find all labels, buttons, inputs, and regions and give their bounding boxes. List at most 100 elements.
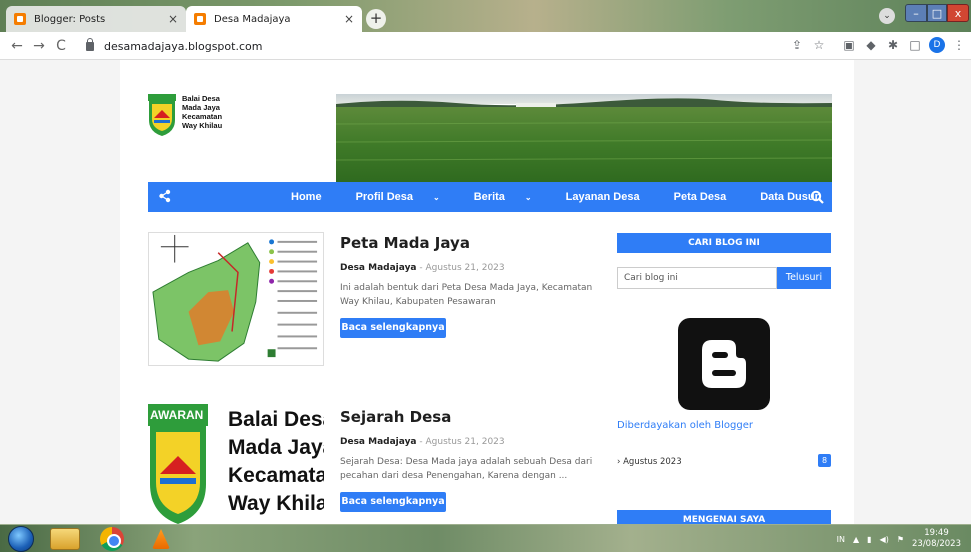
url-text: desamadajaya.blogspot.com bbox=[104, 39, 263, 53]
clock-date: 23/08/2023 bbox=[912, 539, 961, 549]
post-date[interactable]: Agustus 21, 2023 bbox=[426, 263, 505, 273]
nav-data-dusun[interactable]: Data Dusun bbox=[760, 191, 838, 203]
post-snippet: Ini adalah bentuk dari Peta Desa Mada Ja… bbox=[340, 283, 593, 307]
powered-by-blogger-link[interactable]: Diberdayakan oleh Blogger bbox=[617, 420, 753, 431]
puzzle-extensions-icon[interactable]: ✱ bbox=[885, 37, 901, 53]
extension-icon[interactable]: ◆ bbox=[863, 37, 879, 53]
blogger-logo-icon[interactable] bbox=[678, 318, 770, 410]
network-icon[interactable]: ▮ bbox=[867, 535, 871, 544]
tab-blogger-posts[interactable]: Blogger: Posts × bbox=[6, 6, 186, 32]
new-tab-button[interactable]: + bbox=[366, 9, 386, 29]
windows-taskbar: IN ▲ ▮ ◀) ⚑ 19:49 23/08/2023 bbox=[0, 524, 971, 552]
main-nav: Home Profil Desa ⌄ Berita ⌄ Layanan Desa P… bbox=[148, 182, 832, 212]
start-button[interactable] bbox=[8, 526, 34, 552]
logo-line: Mada Jaya bbox=[182, 103, 220, 112]
post-author[interactable]: Desa Madajaya bbox=[340, 437, 417, 447]
tab-desa-madajaya[interactable]: Desa Madajaya × bbox=[186, 6, 362, 32]
post-author[interactable]: Desa Madajaya bbox=[340, 263, 417, 273]
minimize-button[interactable]: – bbox=[905, 4, 927, 22]
action-center-flag-icon[interactable]: ⚑ bbox=[897, 535, 904, 544]
nav-menu: Home Profil Desa ⌄ Berita ⌄ Layanan Desa P… bbox=[291, 182, 855, 212]
header-banner-image bbox=[336, 94, 832, 182]
thumb-line: Kecamatar bbox=[228, 464, 324, 487]
read-more-button[interactable]: Baca selengkapnya bbox=[340, 492, 446, 512]
language-indicator[interactable]: IN bbox=[837, 535, 845, 544]
thumb-line: Mada Jaya bbox=[228, 436, 324, 459]
chevron-down-icon: ⌄ bbox=[433, 193, 440, 202]
pesawaran-emblem-icon bbox=[148, 94, 176, 136]
nav-label: Profil Desa bbox=[355, 191, 414, 203]
chevron-right-icon: › bbox=[617, 457, 621, 467]
archive-count-badge: 8 bbox=[818, 454, 831, 467]
thumb-logo-text: Balai Desa Mada Jaya Kecamatar Way Khila… bbox=[228, 406, 324, 518]
site-logo[interactable]: Balai Desa Mada Jaya Kecamatan Way Khila… bbox=[148, 94, 222, 136]
post-title[interactable]: Peta Mada Jaya bbox=[340, 234, 470, 252]
nav-label: Home bbox=[291, 191, 322, 203]
search-icon[interactable] bbox=[810, 190, 824, 204]
logo-line: Way Khilau bbox=[182, 121, 223, 130]
logo-text: Balai Desa Mada Jaya Kecamatan Way Khila… bbox=[182, 94, 222, 130]
back-arrow-icon[interactable]: ← bbox=[6, 38, 28, 54]
page-viewport: Balai Desa Mada Jaya Kecamatan Way Khila… bbox=[0, 60, 971, 524]
nav-berita[interactable]: Berita ⌄ bbox=[474, 191, 549, 203]
nav-home[interactable]: Home bbox=[291, 191, 339, 203]
post-meta: Desa Madajaya - Agustus 21, 2023 bbox=[340, 263, 505, 273]
post-snippet: Sejarah Desa: Desa Mada jaya adalah sebu… bbox=[340, 457, 593, 481]
tab-title: Blogger: Posts bbox=[34, 13, 106, 25]
tab-title: Desa Madajaya bbox=[214, 13, 291, 25]
pesawaran-emblem-icon bbox=[148, 404, 208, 524]
share-icon[interactable]: ⇪ bbox=[789, 37, 805, 53]
screenshot-extension-icon[interactable]: ▣ bbox=[841, 37, 857, 53]
post-meta: Desa Madajaya - Agustus 21, 2023 bbox=[340, 437, 505, 447]
search-submit-button[interactable]: Telusuri bbox=[777, 267, 831, 289]
post-title[interactable]: Sejarah Desa bbox=[340, 408, 451, 426]
logo-line: Balai Desa bbox=[182, 94, 220, 103]
profile-avatar[interactable]: D bbox=[929, 37, 945, 53]
reload-icon[interactable]: C bbox=[50, 38, 72, 54]
browser-tab-strip: Blogger: Posts × Desa Madajaya × + ⌄ – □… bbox=[0, 0, 971, 32]
close-window-button[interactable]: x bbox=[947, 4, 969, 22]
tab-search-icon[interactable]: ⌄ bbox=[879, 8, 895, 24]
read-more-button[interactable]: Baca selengkapnya bbox=[340, 318, 446, 338]
file-explorer-icon[interactable] bbox=[50, 528, 80, 550]
thumb-banner-text: AWARAN bbox=[150, 408, 204, 422]
lock-icon[interactable] bbox=[86, 37, 94, 51]
blogger-favicon-icon bbox=[194, 13, 206, 25]
search-widget-heading: CARI BLOG INI bbox=[617, 233, 831, 253]
archive-label: Agustus 2023 bbox=[623, 457, 682, 467]
nav-layanan-desa[interactable]: Layanan Desa bbox=[566, 191, 657, 203]
chevron-down-icon: ⌄ bbox=[524, 193, 532, 202]
archive-item[interactable]: › Agustus 2023 bbox=[617, 457, 682, 467]
share-icon[interactable] bbox=[158, 189, 172, 203]
post-thumbnail-logo[interactable]: AWARAN Balai Desa Mada Jaya Kecamatar Wa… bbox=[148, 404, 324, 524]
clock-time: 19:49 bbox=[924, 528, 949, 538]
taskbar-clock[interactable]: 19:49 23/08/2023 bbox=[912, 528, 961, 550]
blogger-favicon-icon bbox=[14, 13, 26, 25]
tab-close-icon[interactable]: × bbox=[344, 12, 354, 26]
forward-arrow-icon[interactable]: → bbox=[28, 38, 50, 54]
chrome-taskbar-icon[interactable] bbox=[100, 527, 124, 551]
blog-search-input[interactable]: Cari blog ini bbox=[617, 267, 777, 289]
bookmark-star-icon[interactable]: ☆ bbox=[811, 37, 827, 53]
side-panel-icon[interactable]: □ bbox=[907, 37, 923, 53]
nav-label: Peta Desa bbox=[673, 191, 727, 203]
show-hidden-icons-icon[interactable]: ▲ bbox=[853, 535, 859, 544]
volume-icon[interactable]: ◀) bbox=[880, 535, 889, 544]
address-bar: ← → C desamadajaya.blogspot.com ⇪ ☆ ▣ ◆ … bbox=[0, 32, 971, 60]
toolbar-actions: ⇪ ☆ ▣ ◆ ✱ □ D ⋮ bbox=[789, 37, 967, 53]
blog-page: Balai Desa Mada Jaya Kecamatan Way Khila… bbox=[120, 60, 854, 524]
tab-close-icon[interactable]: × bbox=[168, 12, 178, 26]
post-thumbnail-map[interactable] bbox=[148, 232, 324, 366]
url-field[interactable]: desamadajaya.blogspot.com bbox=[86, 37, 262, 55]
nav-profil-desa[interactable]: Profil Desa ⌄ bbox=[356, 191, 457, 203]
logo-line: Kecamatan bbox=[182, 112, 223, 121]
nav-peta-desa[interactable]: Peta Desa bbox=[674, 191, 744, 203]
menu-kebab-icon[interactable]: ⋮ bbox=[951, 37, 967, 53]
thumb-line: Balai Desa bbox=[228, 408, 324, 431]
about-widget-heading: MENGENAI SAYA bbox=[617, 510, 831, 524]
nav-label: Berita bbox=[473, 191, 505, 203]
vlc-taskbar-icon[interactable] bbox=[152, 529, 170, 549]
nav-label: Layanan Desa bbox=[565, 191, 640, 203]
maximize-button[interactable]: □ bbox=[927, 4, 947, 22]
post-date[interactable]: Agustus 21, 2023 bbox=[426, 437, 505, 447]
